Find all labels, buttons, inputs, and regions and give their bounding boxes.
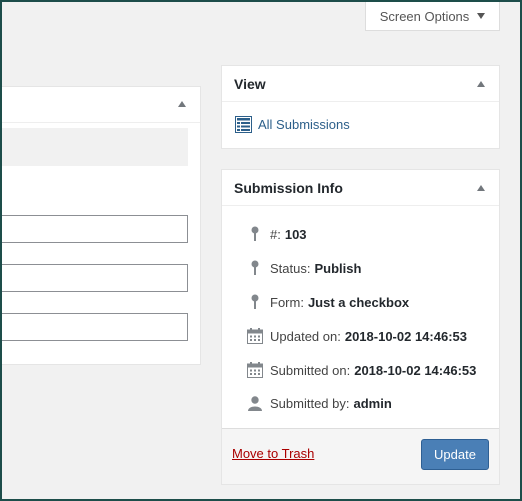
submission-info-box: Submission Info #: 103 Status: Publish F… <box>221 169 500 485</box>
user-icon <box>244 396 266 411</box>
info-label: Submitted on: <box>270 362 351 378</box>
pin-icon <box>244 226 266 242</box>
all-submissions-label: All Submissions <box>258 117 350 132</box>
info-row-updated: Updated on: 2018-10-02 14:46:53 <box>244 328 467 344</box>
info-label: Updated on: <box>270 328 341 344</box>
info-value: 2018-10-02 14:46:53 <box>354 362 477 378</box>
info-label: Submitted by: <box>270 396 350 411</box>
calendar-icon <box>244 362 266 378</box>
calendar-icon <box>244 328 266 344</box>
info-row-id: #: 103 <box>244 226 307 242</box>
screen-options-button[interactable]: Screen Options <box>365 2 500 31</box>
submission-actions: Move to Trash Update <box>222 428 499 484</box>
triangle-up-icon[interactable] <box>178 101 186 107</box>
pin-icon <box>244 294 266 310</box>
left-panel-header[interactable] <box>0 87 200 123</box>
info-row-submitted-by: Submitted by: admin <box>244 396 392 411</box>
text-field-1[interactable] <box>0 215 188 243</box>
all-submissions-link[interactable]: All Submissions <box>222 102 499 133</box>
update-button[interactable]: Update <box>421 439 489 470</box>
triangle-up-icon[interactable] <box>477 80 485 87</box>
info-value: 2018-10-02 14:46:53 <box>344 328 467 344</box>
submission-info-header[interactable]: Submission Info <box>222 170 499 206</box>
info-value: Publish <box>314 260 362 276</box>
triangle-down-icon <box>477 13 486 19</box>
screen-options-label: Screen Options <box>379 8 470 24</box>
info-row-form: Form: Just a checkbox <box>244 294 409 310</box>
info-label: Form: <box>270 294 304 310</box>
triangle-up-icon[interactable] <box>477 184 485 191</box>
submission-info-title: Submission Info <box>234 179 343 196</box>
text-field-3[interactable] <box>0 313 188 341</box>
view-box-title: View <box>234 75 266 92</box>
info-label: Status: <box>270 260 311 276</box>
info-value: 103 <box>284 226 307 242</box>
left-panel <box>0 86 201 365</box>
view-box-header[interactable]: View <box>222 66 499 102</box>
text-field-2[interactable] <box>0 264 188 292</box>
info-row-status: Status: Publish <box>244 260 361 276</box>
move-to-trash-link[interactable]: Move to Trash <box>232 446 314 461</box>
info-label: #: <box>270 226 281 242</box>
info-value: Just a checkbox <box>307 294 410 310</box>
pin-icon <box>244 260 266 276</box>
info-value: admin <box>353 396 392 411</box>
info-row-submitted: Submitted on: 2018-10-02 14:46:53 <box>244 362 476 378</box>
list-icon <box>235 116 252 133</box>
view-box: View All Submissions <box>221 65 500 149</box>
left-panel-bar <box>0 128 188 166</box>
